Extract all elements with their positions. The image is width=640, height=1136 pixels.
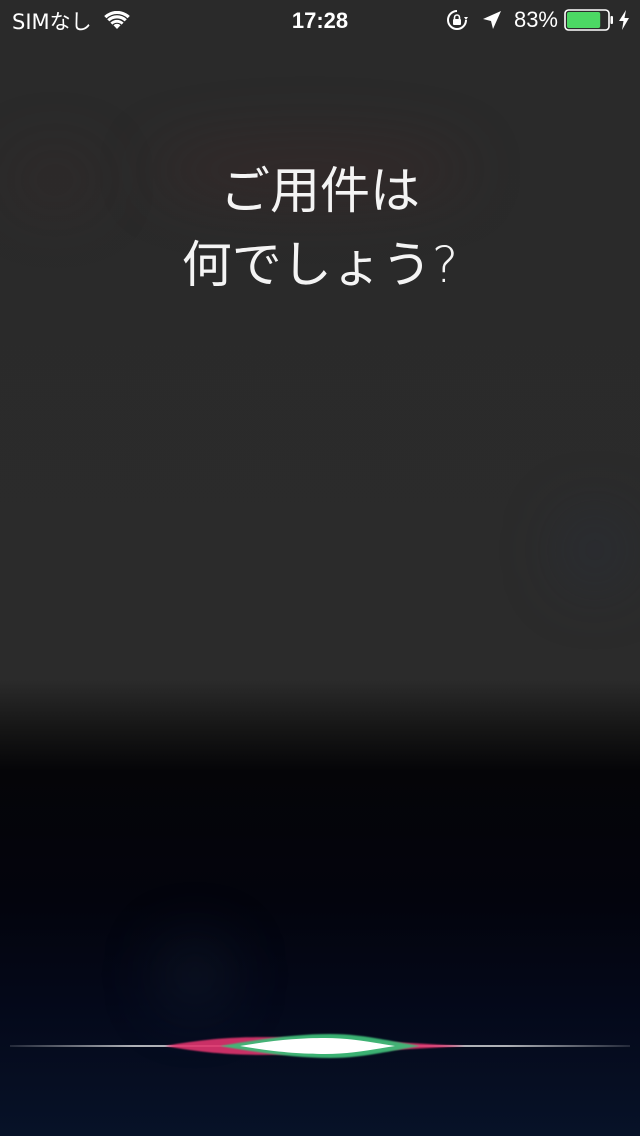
battery-level-fill [567,12,601,28]
siri-waveform[interactable] [0,1010,640,1082]
rotation-lock-icon [446,10,468,30]
siri-prompt: ご用件は 何でしょう? [0,154,640,302]
background-blur-blob [560,510,630,590]
status-bar: SIMなし 17:28 83% [0,0,640,40]
siri-prompt-line-2: 何でしょう? [181,236,459,294]
battery-percentage: 83% [513,7,558,32]
location-icon [482,11,501,29]
siri-prompt-line-1: ご用件は [220,162,420,220]
battery-icon [564,9,613,31]
status-right-group: 83% [446,7,630,33]
charging-icon [619,10,629,30]
background-blur-blob [160,940,230,1010]
siri-screen: SIMなし 17:28 83% ご用件は 何でしょう? [0,0,640,1136]
